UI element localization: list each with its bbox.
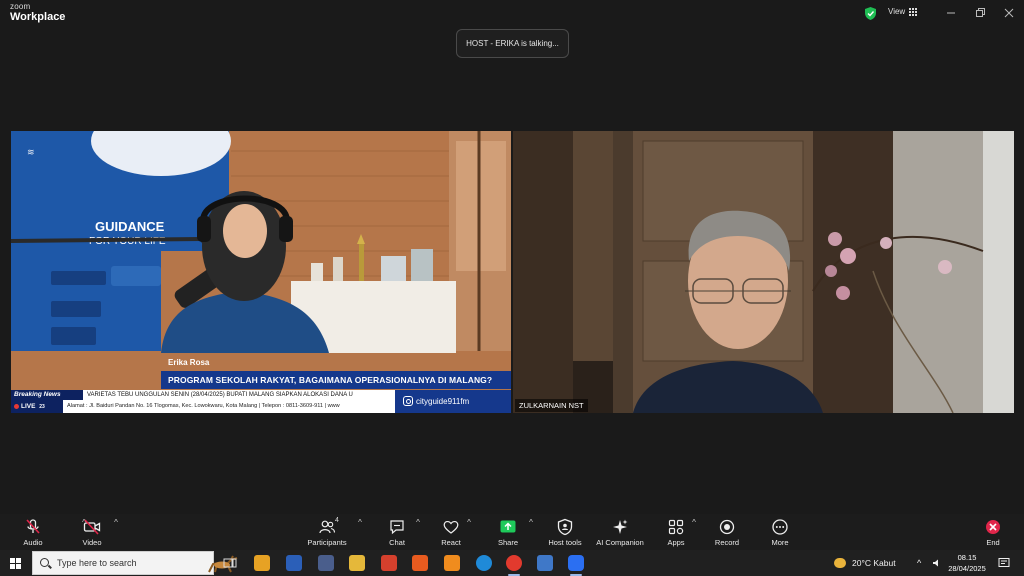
shield-icon bbox=[557, 518, 573, 536]
word-icon[interactable] bbox=[286, 555, 302, 571]
minimize-button[interactable] bbox=[944, 6, 958, 20]
microsoft-store-icon[interactable] bbox=[254, 555, 270, 571]
audio-button[interactable]: Audio bbox=[3, 518, 63, 547]
participant-video-feed bbox=[513, 131, 1014, 413]
file-explorer-icon[interactable] bbox=[349, 555, 365, 571]
participants-button[interactable]: 4 Participants bbox=[297, 517, 357, 547]
volume-icon[interactable] bbox=[932, 550, 942, 576]
notifications-icon[interactable] bbox=[998, 550, 1010, 576]
app-logo: zoom Workplace bbox=[10, 3, 65, 23]
app-icon-2[interactable] bbox=[381, 555, 397, 571]
chat-label: Chat bbox=[389, 538, 405, 547]
record-button[interactable]: Record bbox=[697, 518, 757, 547]
clock-time: 08.15 bbox=[957, 553, 977, 562]
live-label: LIVE bbox=[21, 403, 36, 410]
search-placeholder: Type here to search bbox=[57, 558, 137, 568]
station-address: Alamat : Jl. Baiduri Pandan No. 16 Tlogo… bbox=[63, 400, 395, 413]
more-button[interactable]: More bbox=[750, 518, 810, 547]
record-label: Record bbox=[714, 538, 740, 547]
close-icon bbox=[1004, 8, 1014, 18]
host-tools-button[interactable]: Host tools bbox=[535, 518, 595, 547]
search-icon bbox=[40, 558, 49, 567]
share-label: Share bbox=[497, 538, 518, 547]
live-number: 23 bbox=[39, 404, 45, 410]
brand-top: zoom bbox=[10, 2, 31, 11]
heart-icon bbox=[443, 520, 459, 534]
chrome-icon[interactable] bbox=[506, 555, 522, 576]
view-button[interactable]: View bbox=[888, 7, 918, 16]
video-options-caret[interactable]: ^ bbox=[111, 518, 121, 527]
end-label: End bbox=[986, 538, 1000, 547]
encryption-shield-icon[interactable] bbox=[865, 7, 876, 20]
taskbar-search-box[interactable]: Type here to search bbox=[32, 551, 238, 575]
app-icon-1[interactable] bbox=[318, 555, 334, 571]
video-tile-participant[interactable]: ZULKARNAIN NST bbox=[513, 131, 1014, 413]
participant-name-label: ZULKARNAIN NST bbox=[515, 399, 588, 412]
svg-text:≋: ≋ bbox=[27, 147, 35, 157]
minimize-icon bbox=[947, 12, 955, 14]
presenter-name: Erika Rosa bbox=[168, 358, 210, 367]
weather-icon bbox=[834, 558, 846, 568]
video-tile-host[interactable]: GUIDANCE FOR YOUR LIFE ≋ Erika Rosa PROG… bbox=[11, 131, 511, 413]
more-label: More bbox=[771, 538, 789, 547]
backdrop-title: GUIDANCE bbox=[95, 219, 165, 234]
chat-icon bbox=[390, 520, 404, 535]
maximize-button[interactable] bbox=[973, 6, 987, 20]
share-screen-icon bbox=[500, 520, 516, 533]
instagram-icon bbox=[403, 396, 413, 406]
audio-label: Audio bbox=[23, 538, 43, 547]
participants-label: Participants bbox=[307, 538, 347, 547]
app-icon-4[interactable] bbox=[537, 555, 553, 571]
view-label: View bbox=[888, 7, 906, 16]
apps-icon bbox=[668, 519, 684, 535]
instagram-handle-box: cityguide911fm bbox=[395, 390, 511, 413]
participants-count: 4 bbox=[335, 517, 339, 524]
camera-off-icon bbox=[83, 519, 101, 535]
weather-widget[interactable]: 20°C Kabut bbox=[834, 550, 896, 576]
clock-date: 28/04/2025 bbox=[948, 564, 986, 573]
react-options-caret[interactable]: ^ bbox=[464, 518, 474, 527]
react-label: React bbox=[441, 538, 461, 547]
app-icon-3[interactable] bbox=[412, 555, 428, 571]
participants-options-caret[interactable]: ^ bbox=[355, 518, 365, 527]
breaking-news-label: Breaking News bbox=[11, 390, 83, 400]
restore-icon bbox=[976, 8, 985, 17]
windows-start-icon[interactable] bbox=[10, 558, 21, 569]
instagram-handle: cityguide911fm bbox=[416, 397, 470, 406]
microphone-muted-icon bbox=[26, 519, 40, 534]
weather-text: 20°C Kabut bbox=[852, 558, 896, 568]
ai-companion-button[interactable]: AI Companion bbox=[590, 518, 650, 547]
zoom-taskbar-icon[interactable] bbox=[568, 555, 584, 576]
windows-taskbar: Type here to search 20°C Kabut ^ 08.15 2… bbox=[0, 550, 1024, 576]
vlc-icon[interactable] bbox=[444, 555, 460, 571]
task-view-icon[interactable] bbox=[222, 555, 238, 571]
grid-icon bbox=[909, 7, 918, 16]
active-speaker-banner: HOST - ERIKA is talking... bbox=[456, 29, 569, 58]
live-dot-icon bbox=[14, 403, 19, 409]
meeting-toolbar: Audio ^ Video ^ 4 Participants ^ Chat ^ bbox=[0, 514, 1024, 550]
participants-icon bbox=[319, 520, 336, 534]
news-ticker: VARIETAS TEBU UNGGULAN SENIN (28/04/2025… bbox=[83, 390, 395, 400]
record-icon bbox=[719, 519, 735, 535]
video-label: Video bbox=[82, 538, 102, 547]
taskbar-clock[interactable]: 08.15 28/04/2025 bbox=[944, 552, 990, 574]
title-bar: zoom Workplace View bbox=[0, 0, 1024, 28]
news-headline: PROGRAM SEKOLAH RAKYAT, BAGAIMANA OPERAS… bbox=[161, 371, 511, 389]
end-call-icon bbox=[986, 520, 1000, 534]
brand-bottom: Workplace bbox=[10, 11, 66, 23]
end-button[interactable]: End bbox=[963, 518, 1023, 547]
tray-overflow-icon[interactable]: ^ bbox=[917, 550, 921, 576]
close-button[interactable] bbox=[1002, 6, 1016, 20]
host-tools-label: Host tools bbox=[548, 538, 582, 547]
sparkle-icon bbox=[613, 519, 628, 534]
edge-icon[interactable] bbox=[476, 555, 492, 571]
more-icon bbox=[772, 519, 788, 535]
apps-label: Apps bbox=[667, 538, 685, 547]
live-badge: LIVE 23 bbox=[11, 400, 63, 413]
ai-companion-label: AI Companion bbox=[596, 538, 644, 547]
